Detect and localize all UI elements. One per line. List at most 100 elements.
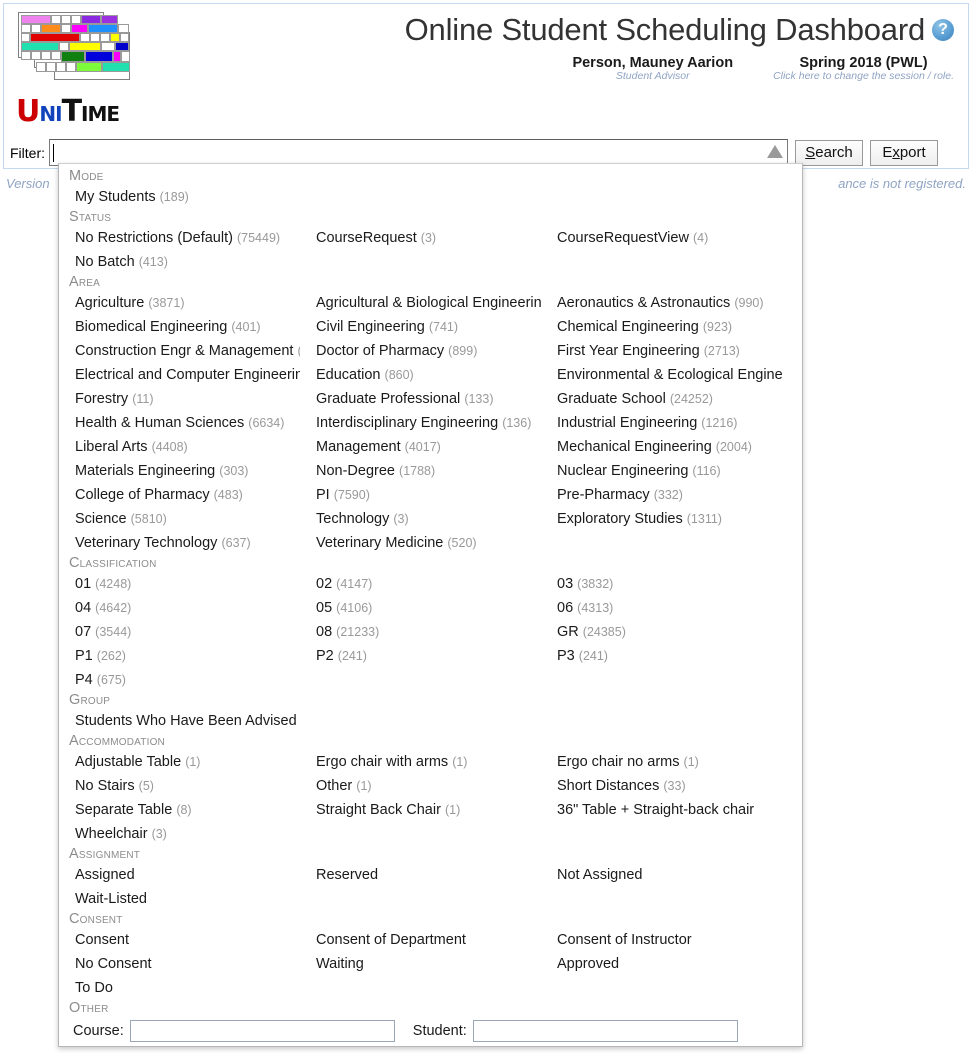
filter-item[interactable]: Environmental & Ecological Engineering (… xyxy=(541,363,782,387)
filter-item[interactable]: Education (860) xyxy=(300,363,541,387)
filter-item[interactable]: Biomedical Engineering (401) xyxy=(59,315,300,339)
filter-item-count: (990) xyxy=(734,296,764,310)
filter-item[interactable]: Aeronautics & Astronautics (990) xyxy=(541,291,782,315)
filter-item[interactable]: Short Distances (33) xyxy=(541,774,782,798)
filter-item[interactable]: Straight Back Chair (1) xyxy=(300,798,541,822)
filter-item[interactable]: Consent xyxy=(59,928,300,952)
filter-item[interactable]: Science (5810) xyxy=(59,507,300,531)
filter-item-label: Nuclear Engineering xyxy=(557,463,689,479)
filter-item[interactable]: 05 (4106) xyxy=(300,596,541,620)
filter-item-count: (189) xyxy=(159,190,189,204)
filter-item[interactable]: 36" Table + Straight-back chair xyxy=(541,798,782,822)
filter-item[interactable]: Veterinary Medicine (520) xyxy=(300,531,541,555)
filter-item[interactable]: P4 (675) xyxy=(59,668,300,692)
filter-item[interactable]: 06 (4313) xyxy=(541,596,782,620)
filter-item[interactable]: Liberal Arts (4408) xyxy=(59,435,300,459)
filter-item[interactable]: Not Assigned xyxy=(541,863,782,887)
filter-item-label: Electrical and Computer Engineering xyxy=(75,367,300,383)
help-question-icon[interactable]: ? xyxy=(932,19,954,41)
filter-item-row: No Restrictions (Default) (75449) CourseR… xyxy=(59,226,802,250)
session-block[interactable]: Spring 2018 (PWL) Click here to change t… xyxy=(773,55,954,83)
filter-item[interactable]: Nuclear Engineering (116) xyxy=(541,459,782,483)
filter-item[interactable]: CourseRequest (3) xyxy=(300,226,541,250)
filter-item-row: Liberal Arts (4408) Management (4017) Mech… xyxy=(59,435,802,459)
filter-item[interactable]: Graduate School (24252) xyxy=(541,387,782,411)
filter-item-label: Pre-Pharmacy xyxy=(557,487,650,503)
filter-item[interactable]: GR (24385) xyxy=(541,620,782,644)
filter-item[interactable]: Veterinary Technology (637) xyxy=(59,531,300,555)
student-input[interactable] xyxy=(472,1020,738,1042)
filter-item[interactable]: Interdisciplinary Engineering (136) xyxy=(300,411,541,435)
user-block[interactable]: Person, Mauney Aarion Student Advisor xyxy=(572,55,733,82)
filter-item[interactable]: My Students (189) xyxy=(59,185,300,209)
filter-item[interactable]: 04 (4642) xyxy=(59,596,300,620)
filter-item[interactable]: Separate Table (8) xyxy=(59,798,300,822)
filter-item-count: (1788) xyxy=(399,464,436,478)
filter-item[interactable]: Approved xyxy=(541,952,782,976)
filter-item[interactable]: Consent of Instructor xyxy=(541,928,782,952)
unitime-logo[interactable]: UNITIME xyxy=(10,8,140,129)
filter-item-count: (3871) xyxy=(148,296,185,310)
filter-item[interactable]: CourseRequestView (4) xyxy=(541,226,782,250)
filter-item[interactable]: 01 (4248) xyxy=(59,572,300,596)
filter-item[interactable]: Electrical and Computer Engineering (254… xyxy=(59,363,300,387)
filter-item-count: (741) xyxy=(428,320,459,334)
filter-item[interactable]: No Restrictions (Default) (75449) xyxy=(59,226,300,250)
filter-item[interactable]: Agricultural & Biological Engineering (1… xyxy=(300,291,541,315)
filter-item[interactable]: Reserved xyxy=(300,863,541,887)
filter-item[interactable]: Graduate Professional (133) xyxy=(300,387,541,411)
filter-box[interactable] xyxy=(49,139,788,166)
filter-item[interactable]: Waiting xyxy=(300,952,541,976)
filter-item[interactable]: Technology (3) xyxy=(300,507,541,531)
export-button[interactable]: Export xyxy=(870,139,938,166)
search-button[interactable]: Search xyxy=(795,139,863,166)
filter-item[interactable]: 08 (21233) xyxy=(300,620,541,644)
filter-item[interactable]: 03 (3832) xyxy=(541,572,782,596)
text-caret xyxy=(53,144,54,162)
filter-item-row: Separate Table (8) Straight Back Chair (1… xyxy=(59,798,802,822)
session-change-hint: Click here to change the session / role. xyxy=(773,70,954,83)
filter-item[interactable]: No Stairs (5) xyxy=(59,774,300,798)
filter-item[interactable]: Wait-Listed xyxy=(59,887,300,911)
filter-item[interactable]: Civil Engineering (741) xyxy=(300,315,541,339)
filter-item[interactable]: Industrial Engineering (1216) xyxy=(541,411,782,435)
filter-item[interactable]: Ergo chair no arms (1) xyxy=(541,750,782,774)
filter-item-count: (483) xyxy=(213,488,243,502)
filter-item[interactable]: Pre-Pharmacy (332) xyxy=(541,483,782,507)
filter-item[interactable]: College of Pharmacy (483) xyxy=(59,483,300,507)
filter-group-items: No Restrictions (Default) (75449) CourseR… xyxy=(59,226,802,274)
filter-item[interactable]: No Batch (413) xyxy=(59,250,300,274)
filter-item[interactable]: Students Who Have Been Advised xyxy=(59,709,300,733)
filter-item[interactable]: Materials Engineering (303) xyxy=(59,459,300,483)
filter-item[interactable]: Consent of Department xyxy=(300,928,541,952)
filter-item[interactable]: P1 (262) xyxy=(59,644,300,668)
filter-item[interactable]: 02 (4147) xyxy=(300,572,541,596)
filter-item[interactable]: 07 (3544) xyxy=(59,620,300,644)
filter-item[interactable]: Doctor of Pharmacy (899) xyxy=(300,339,541,363)
filter-item[interactable]: To Do xyxy=(59,976,300,1000)
filter-input[interactable] xyxy=(54,141,754,164)
filter-item[interactable]: Wheelchair (3) xyxy=(59,822,300,846)
filter-item[interactable]: No Consent xyxy=(59,952,300,976)
filter-item[interactable]: Exploratory Studies (1311) xyxy=(541,507,782,531)
filter-item[interactable]: Mechanical Engineering (2004) xyxy=(541,435,782,459)
filter-suggestions-panel[interactable]: Mode My Students (189) Status No Restrictio… xyxy=(58,163,803,1047)
filter-item[interactable]: P3 (241) xyxy=(541,644,782,668)
filter-item[interactable]: Construction Engr & Management (204) xyxy=(59,339,300,363)
filter-item[interactable]: PI (7590) xyxy=(300,483,541,507)
filter-item[interactable]: Assigned xyxy=(59,863,300,887)
filter-item[interactable]: First Year Engineering (2713) xyxy=(541,339,782,363)
filter-item[interactable]: Agriculture (3871) xyxy=(59,291,300,315)
filter-item[interactable]: Adjustable Table (1) xyxy=(59,750,300,774)
filter-item-row: Health & Human Sciences (6634) Interdisci… xyxy=(59,411,802,435)
filter-item[interactable]: Non-Degree (1788) xyxy=(300,459,541,483)
filter-item[interactable]: Ergo chair with arms (1) xyxy=(300,750,541,774)
filter-item[interactable]: P2 (241) xyxy=(300,644,541,668)
filter-item[interactable]: Other (1) xyxy=(300,774,541,798)
triangle-up-icon[interactable] xyxy=(767,145,783,158)
course-input[interactable] xyxy=(129,1020,395,1042)
filter-item[interactable]: Health & Human Sciences (6634) xyxy=(59,411,300,435)
filter-item[interactable]: Management (4017) xyxy=(300,435,541,459)
filter-item[interactable]: Forestry (11) xyxy=(59,387,300,411)
filter-item[interactable]: Chemical Engineering (923) xyxy=(541,315,782,339)
